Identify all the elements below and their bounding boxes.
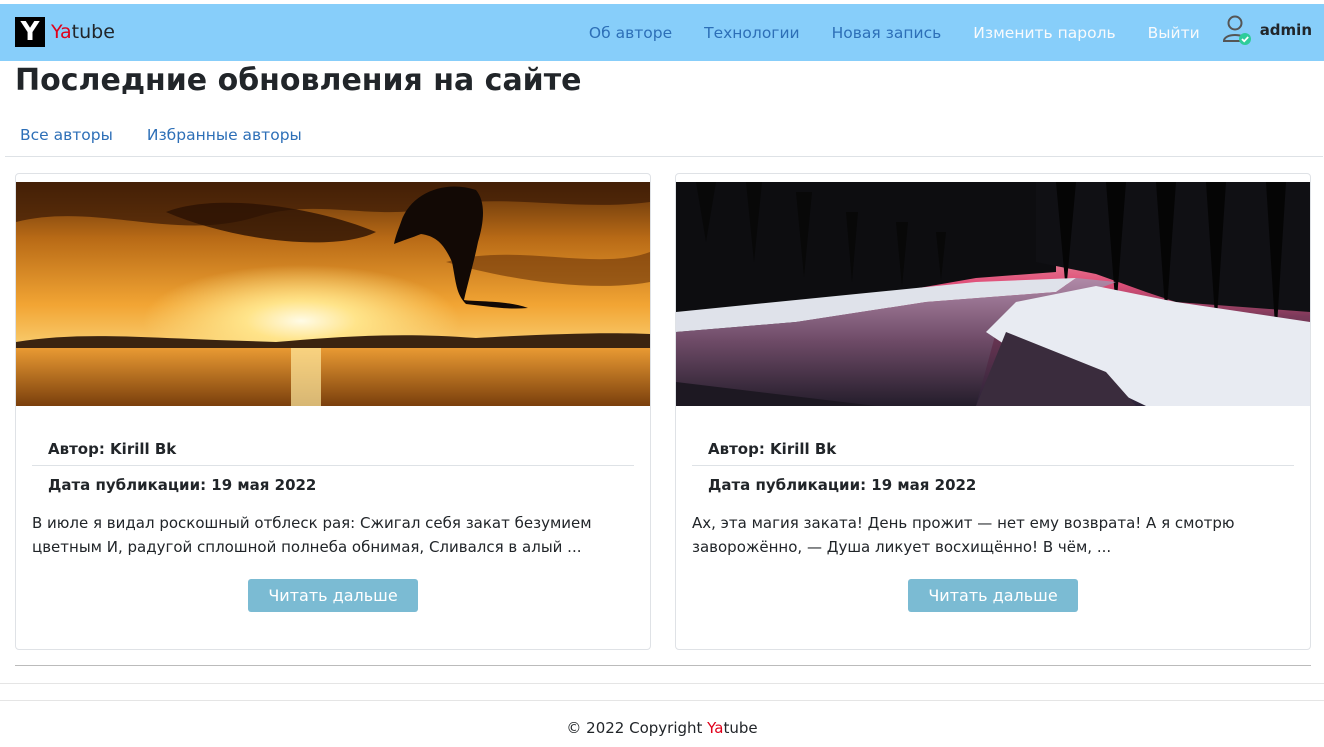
divider [0,683,1324,684]
post-image-sunset-dolphin [16,182,650,406]
read-more-button[interactable]: Читать дальше [908,579,1078,612]
post-excerpt: В июле я видал роскошный отблеск рая: Сж… [32,514,592,556]
read-more-button[interactable]: Читать дальше [248,579,418,612]
footer-brand-tube: tube [723,719,758,737]
post-card: Автор: Kirill Bk Дата публикации: 19 мая… [675,173,1311,650]
tab-all-authors[interactable]: Все авторы [5,118,128,156]
brand-logo: Y [15,17,45,47]
page-title: Последние обновления на сайте [15,63,582,98]
post-author: Автор: Kirill Bk [32,440,634,466]
footer-copyright: © 2022 Copyright Yatube [0,719,1324,737]
footer-copyright-text: © 2022 Copyright [566,719,708,737]
nav-link-new-post[interactable]: Новая запись [832,24,942,42]
footer-brand-ya: Ya [707,719,724,737]
brand-name: Yatube [51,21,115,43]
post-author: Автор: Kirill Bk [692,440,1294,466]
nav-link-logout[interactable]: Выйти [1148,24,1200,42]
post-excerpt: Ах, эта магия заката! День прожит — нет … [692,514,1235,556]
nav-link-technologies[interactable]: Технологии [704,24,799,42]
tab-favorite-authors[interactable]: Избранные авторы [132,118,317,156]
navbar: Y Yatube Об авторе Технологии Новая запи… [0,4,1324,61]
post-date: Дата публикации: 19 мая 2022 [48,476,317,494]
brand-link[interactable]: Y Yatube [15,17,115,47]
post-image-winter-river-sunset [676,182,1310,406]
brand-name-ya: Ya [51,21,72,43]
author-filter-tabs: Все авторы Избранные авторы [5,118,1323,157]
brand-name-tube: tube [71,21,115,43]
divider [15,665,1311,666]
nav-link-change-password[interactable]: Изменить пароль [973,24,1115,42]
nav-link-about-author[interactable]: Об авторе [589,24,672,42]
nav-links: Об авторе Технологии Новая запись Измени… [557,4,1324,61]
post-card: Автор: Kirill Bk Дата публикации: 19 мая… [15,173,651,650]
post-date: Дата публикации: 19 мая 2022 [708,476,977,494]
user-verified-icon [1222,14,1252,46]
divider [0,700,1324,701]
user-menu[interactable]: admin [1222,14,1312,46]
user-name: admin [1259,20,1312,39]
